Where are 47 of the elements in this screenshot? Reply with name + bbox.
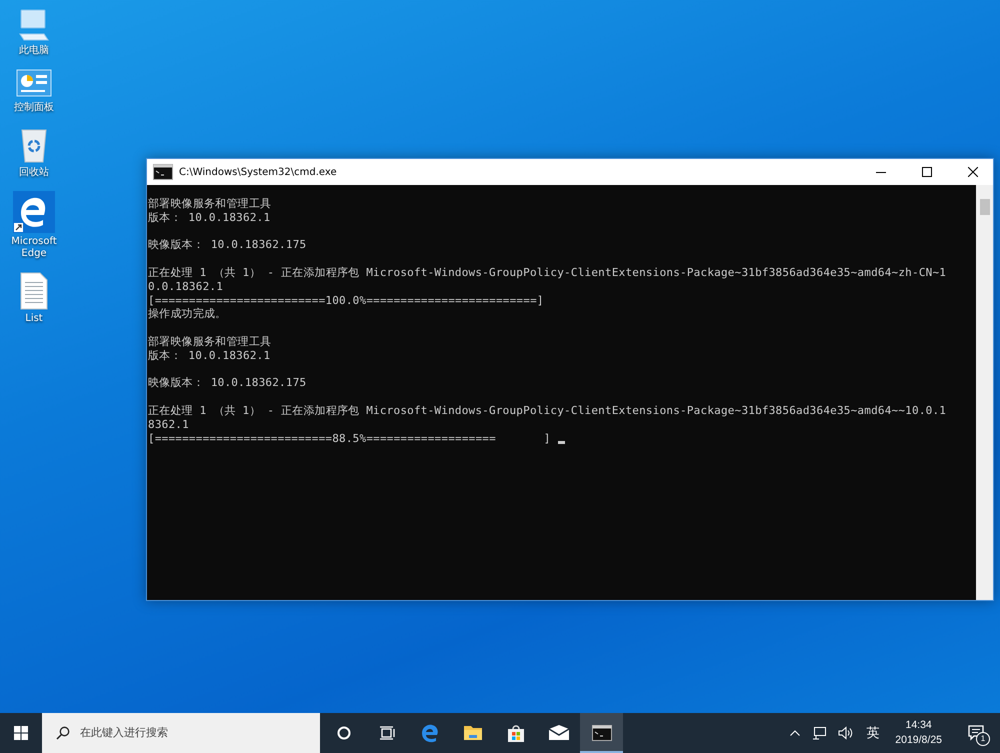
desktop-icon-label[interactable]: Microsoft Edge [7,236,61,260]
folder-icon [462,724,482,742]
mail-icon [548,725,570,741]
edge-icon [13,191,55,233]
task-view-icon [378,726,394,740]
desktop-icon-label[interactable]: List [7,313,61,325]
console-line: 映像版本： 10.0.18362.175 [148,376,308,390]
notification-count: 1 [976,732,990,746]
network-icon [812,726,826,740]
console-line: 8362.1 [148,418,190,432]
taskbar-app-button[interactable] [580,713,623,753]
desktop-icon-label[interactable]: 控制面板 [7,102,61,114]
desktop-icon-label[interactable]: 此电脑 [7,45,61,57]
maximize-icon [922,167,932,177]
notification-icon [968,725,984,741]
console-line: [==========================88.5%=================== ] [148,432,551,446]
windows-logo-icon [14,726,28,740]
circle-icon [336,726,350,740]
input-language-button[interactable]: 英 [864,724,882,742]
console-line: 部署映像服务和管理工具 [148,197,272,211]
document-icon [20,272,48,310]
console-icon [592,725,612,741]
console-line: 0.0.18362.1 [148,280,224,294]
computer-icon [16,8,52,42]
window-title: C:\Windows\System32\cmd.exe [179,166,338,178]
desktop-icon-label[interactable]: 回收站 [7,167,61,179]
notifications-button[interactable]: 1 [956,713,996,753]
console-line: 版本： 10.0.18362.1 [148,210,272,225]
search-icon [56,726,70,740]
console-line: 正在处理 1 （共 1） - 正在添加程序包 Microsoft-Windows-GroupPolicy-ClientExtensions-Package~31bf3856ad364e35~amd64~~10.0.1 [148,404,948,418]
edge-icon [420,723,440,743]
chevron-up-icon [790,730,800,736]
store-bag-icon [506,723,526,743]
console-line: 正在处理 1 （共 1） - 正在添加程序包 Microsoft-Windows-GroupPolicy-ClientExtensions-Package~31bf3856ad364e35~amd64~zh-CN~1 [148,266,948,280]
scrollbar[interactable] [976,185,993,600]
console-line: 版本： 10.0.18362.1 [148,348,272,363]
control-panel-icon [16,69,52,99]
clock-button[interactable]: 14:34 2019/8/25 [889,718,948,748]
text-cursor [558,441,565,444]
console-line: 操作成功完成。 [148,307,228,322]
speaker-icon [838,726,854,740]
console-line: [=========================100.0%=========================] [148,294,545,308]
console-line: 映像版本： 10.0.18362.175 [148,238,308,252]
console-icon [153,164,173,180]
close-icon [968,167,978,177]
search-field[interactable]: 在此键入进行搜索 [42,713,320,753]
console-line: 部署映像服务和管理工具 [148,334,272,349]
